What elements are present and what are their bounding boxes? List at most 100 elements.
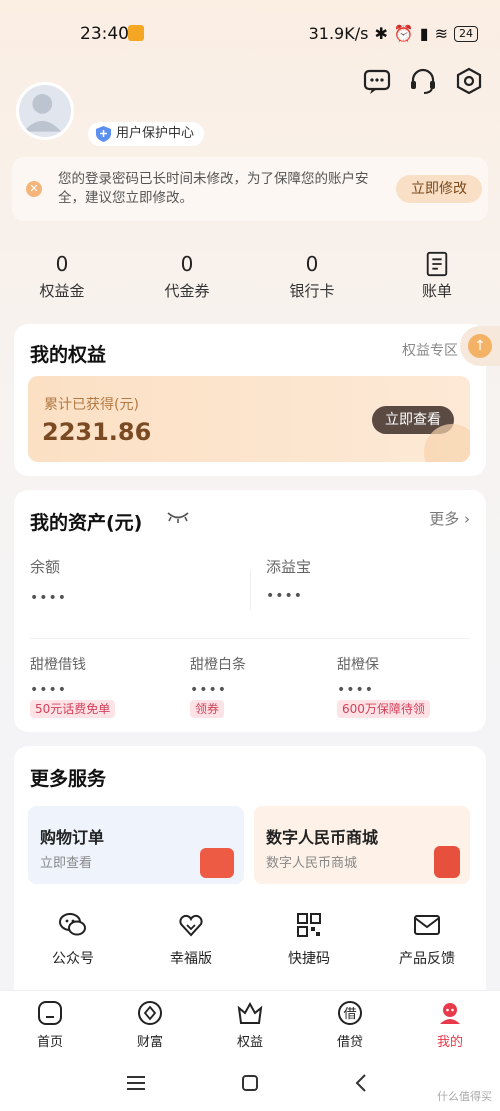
tianyibao-value[interactable]: •••• (266, 588, 303, 604)
alarm-icon: ⏰ (393, 24, 414, 43)
tab-wealth[interactable]: 财富 (110, 999, 190, 1050)
profile-icon (440, 1003, 460, 1024)
more-assets-link[interactable]: 更多 › (429, 508, 470, 529)
divider (30, 638, 470, 639)
watermark-text: 什么值得买 (437, 1090, 492, 1103)
message-icon[interactable] (362, 66, 392, 96)
earned-box: 累计已获得(元) 2231.86 立即查看 (28, 376, 470, 462)
stat-vouchers[interactable]: 0 代金券 (137, 250, 237, 301)
stat-label: 银行卡 (289, 282, 335, 300)
stat-bill[interactable]: 账单 (387, 250, 487, 301)
more-label: 更多 (429, 510, 460, 528)
loan-value[interactable]: •••• (30, 682, 67, 698)
credit-label: 甜橙白条 (190, 657, 246, 673)
user-protection-center[interactable]: 用户保护中心 (88, 122, 205, 146)
eye-closed-icon[interactable] (166, 510, 190, 524)
back-icon[interactable] (350, 1072, 374, 1094)
red-envelope-icon (434, 846, 460, 878)
balance-label: 余额 (30, 558, 61, 576)
more-services-card: 更多服务 购物订单 立即查看 数字人民币商城 数字人民币商城 公众号 幸福版 快… (14, 746, 486, 990)
quick-label: 产品反馈 (399, 951, 455, 967)
signal-icon: ▮ (419, 24, 429, 43)
stat-label: 账单 (421, 282, 452, 300)
change-password-button[interactable]: 立即修改 (396, 175, 482, 203)
top-actions (362, 66, 484, 96)
shopping-orders-box[interactable]: 购物订单 立即查看 (28, 806, 244, 884)
digital-rmb-mall-box[interactable]: 数字人民币商城 数字人民币商城 (254, 806, 470, 884)
headset-icon[interactable] (408, 66, 438, 96)
wealth-icon (138, 1001, 162, 1025)
notice-text: 您的登录密码已长时间未修改，为了保障您的账户安全，建议您立即修改。 (58, 171, 369, 206)
shield-icon (96, 126, 111, 142)
my-assets-card: 我的资产(元) 更多 › 余额 •••• 添益宝 •••• 甜橙借钱 •••• … (14, 490, 486, 732)
svg-text:借: 借 (343, 1007, 356, 1022)
shopping-cart-icon (200, 848, 234, 878)
earned-value: 2231.86 (42, 418, 152, 446)
protection-center-label: 用户保护中心 (116, 126, 195, 141)
tab-rights[interactable]: 权益 (210, 999, 290, 1050)
stat-label: 代金券 (164, 282, 210, 300)
arrow-up-icon: ↑ (468, 334, 492, 358)
tab-home[interactable]: 首页 (10, 999, 90, 1050)
rights-zone-link[interactable]: 权益专区 (402, 340, 458, 360)
stat-label: 权益金 (39, 282, 85, 300)
insurance-tag[interactable]: 600万保障待领 (337, 700, 430, 718)
home-button-icon[interactable] (238, 1072, 262, 1094)
quick-shortcut-code[interactable]: 快捷码 (259, 910, 359, 968)
rights-title: 我的权益 (30, 344, 107, 366)
quick-label: 幸福版 (170, 951, 212, 967)
chevron-right-icon: › (464, 510, 470, 528)
balance-value[interactable]: •••• (30, 590, 67, 606)
service-subtitle: 立即查看 (40, 856, 93, 871)
insurance-label: 甜橙保 (337, 657, 379, 673)
tianyibao-label: 添益宝 (266, 558, 312, 576)
insurance-value[interactable]: •••• (337, 682, 374, 698)
promo-tag[interactable]: 50元话费免单 (30, 700, 116, 718)
coupon-tag[interactable]: 领券 (190, 700, 225, 718)
tab-label: 财富 (136, 1035, 163, 1050)
bill-icon (426, 251, 448, 277)
bluetooth-icon: ✱ (374, 24, 388, 43)
credit-value[interactable]: •••• (190, 682, 227, 698)
mail-icon (414, 915, 440, 935)
quick-official-account[interactable]: 公众号 (23, 910, 123, 968)
qr-code-icon (297, 913, 321, 937)
system-nav-bar (0, 1056, 500, 1111)
home-icon (38, 1001, 62, 1025)
tab-label: 我的 (436, 1035, 463, 1050)
tab-label: 权益 (236, 1035, 263, 1050)
status-indicators: 31.9K/s ✱ ⏰ ▮ ≋ 24 (309, 24, 478, 43)
status-bar: 23:40 31.9K/s ✱ ⏰ ▮ ≋ 24 (0, 0, 500, 68)
menu-icon[interactable] (124, 1072, 148, 1094)
stat-bank-cards[interactable]: 0 银行卡 (262, 250, 362, 301)
stat-value: 0 (180, 252, 194, 276)
floating-button[interactable]: ↑ (460, 326, 500, 366)
wifi-icon: ≋ (434, 24, 448, 43)
loan-icon: 借 (338, 1001, 362, 1025)
network-speed: 31.9K/s (308, 24, 369, 43)
tab-label: 首页 (36, 1035, 63, 1050)
quick-happiness-edition[interactable]: 幸福版 (141, 910, 241, 968)
password-notice: ✕ 您的登录密码已长时间未修改，为了保障您的账户安全，建议您立即修改。 立即修改 (12, 157, 488, 221)
quick-product-feedback[interactable]: 产品反馈 (377, 910, 477, 968)
close-icon[interactable]: ✕ (26, 181, 42, 197)
bottom-tab-bar: 首页 财富 权益 借 借贷 我的 (0, 990, 500, 1056)
notification-icon (128, 25, 144, 41)
services-title: 更多服务 (30, 768, 107, 790)
tab-mine[interactable]: 我的 (410, 999, 490, 1050)
service-subtitle: 数字人民币商城 (266, 856, 358, 871)
divider (250, 570, 251, 610)
my-rights-card: 我的权益 权益专区 累计已获得(元) 2231.86 立即查看 (14, 324, 486, 476)
hearts-icon (179, 914, 203, 937)
loan-label: 甜橙借钱 (30, 657, 86, 673)
account-stats: 0 权益金 0 代金券 0 银行卡 账单 (0, 250, 500, 310)
status-time: 23:40 (80, 24, 129, 44)
avatar[interactable] (16, 82, 74, 140)
settings-icon[interactable] (454, 66, 484, 96)
tab-label: 借贷 (336, 1035, 363, 1050)
stat-rights-money[interactable]: 0 权益金 (12, 250, 112, 301)
tab-loan[interactable]: 借 借贷 (310, 999, 390, 1050)
earned-label: 累计已获得(元) (44, 397, 139, 413)
crown-icon (237, 1001, 263, 1024)
battery-icon: 24 (454, 25, 478, 42)
